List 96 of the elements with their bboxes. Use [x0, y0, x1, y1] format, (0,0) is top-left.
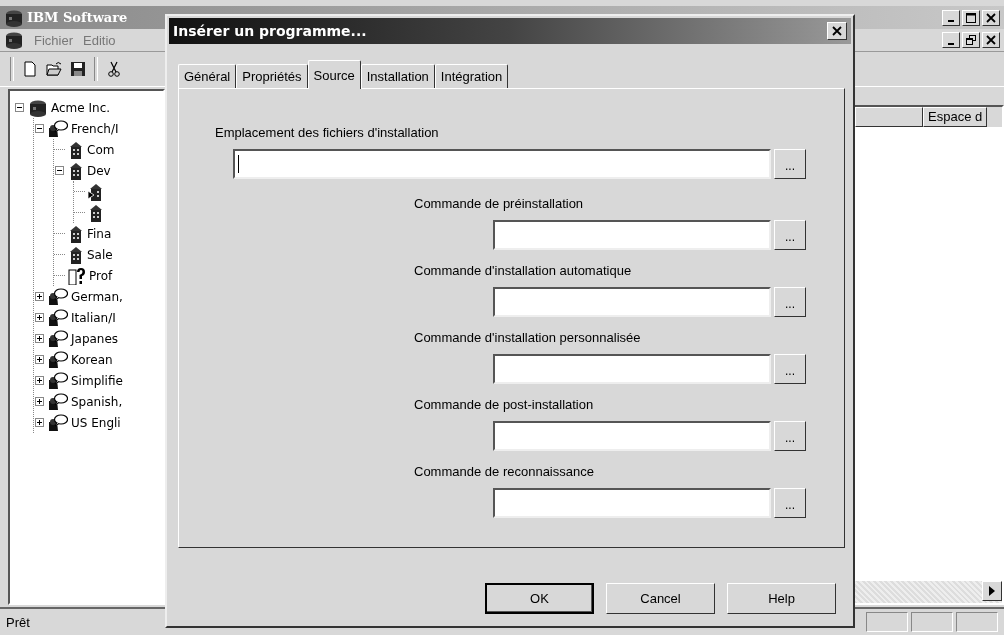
tree-item[interactable]: Prof [89, 268, 113, 283]
browse-button[interactable]: ... [774, 149, 806, 179]
person-speech-icon [48, 371, 68, 390]
browse-button[interactable]: ... [774, 354, 806, 384]
maximize-button[interactable] [962, 9, 980, 26]
person-speech-icon [48, 329, 68, 348]
close-button[interactable] [982, 32, 1000, 48]
field-label: Commande de reconnaissance [414, 464, 595, 479]
input-field[interactable] [493, 287, 771, 317]
tab[interactable]: Source [307, 60, 361, 89]
field-label: Commande d'installation automatique [414, 263, 633, 278]
tab[interactable]: Propriétés [236, 64, 308, 88]
input-field[interactable] [493, 354, 771, 384]
browse-button[interactable]: ... [774, 220, 806, 250]
building-icon [68, 224, 84, 243]
scroll-right-button[interactable] [982, 581, 1002, 601]
building-icon [68, 245, 84, 264]
menu-server-icon [4, 31, 24, 49]
dialog-button[interactable]: OK [485, 583, 594, 614]
new-document-icon[interactable] [22, 61, 38, 77]
restore-icon [966, 35, 976, 45]
person-speech-icon [48, 308, 68, 327]
column-header[interactable] [855, 107, 923, 127]
status-pane [956, 612, 998, 632]
browse-button[interactable]: ... [774, 488, 806, 518]
field-label: Emplacement des fichiers d'installation [215, 125, 440, 140]
server-icon [28, 98, 48, 117]
tree-item[interactable]: Acme Inc. [51, 100, 111, 115]
open-folder-icon[interactable] [46, 61, 62, 77]
building-icon [68, 161, 84, 180]
expand-toggle[interactable] [34, 417, 45, 428]
tree-item[interactable]: Simplifie [71, 373, 123, 388]
expand-toggle[interactable] [34, 312, 45, 323]
close-icon [986, 12, 996, 23]
dialog-button[interactable]: Cancel [606, 583, 715, 614]
close-button[interactable] [827, 22, 847, 40]
expand-toggle[interactable] [34, 333, 45, 344]
input-field[interactable] [493, 421, 771, 451]
field-label: Commande de préinstallation [414, 196, 585, 211]
expand-toggle[interactable] [34, 396, 45, 407]
tree-item[interactable]: Korean [71, 352, 113, 367]
person-speech-icon [48, 119, 68, 138]
tree-item[interactable]: German, [71, 289, 123, 304]
dialog-title: Insérer un programme... [173, 23, 367, 39]
close-icon [832, 26, 842, 36]
tree-item[interactable]: Italian/I [71, 310, 116, 325]
tree-item[interactable]: Spanish, [71, 394, 123, 409]
scissors-icon[interactable] [106, 61, 122, 77]
status-pane [911, 612, 953, 632]
window-title: IBM Software [27, 10, 128, 25]
tree-item[interactable]: Dev [87, 163, 111, 178]
input-field[interactable] [233, 149, 771, 179]
tab[interactable]: Intégration [434, 64, 509, 88]
person-speech-icon [48, 350, 68, 369]
tree-item[interactable]: French/I [71, 121, 119, 136]
collapse-toggle[interactable] [34, 123, 45, 134]
field-label: Commande de post-installation [414, 397, 595, 412]
column-header[interactable]: Espace d [923, 107, 988, 127]
tab[interactable]: Installation [360, 64, 435, 88]
field-label: Commande d'installation personnalisée [414, 330, 642, 345]
person-speech-icon [48, 287, 68, 306]
question-mark-icon [68, 266, 86, 285]
close-icon [986, 35, 996, 45]
status-pane [866, 612, 908, 632]
input-field[interactable] [493, 220, 771, 250]
collapse-toggle[interactable] [14, 102, 25, 113]
minimize-icon [948, 42, 954, 45]
expand-toggle[interactable] [34, 354, 45, 365]
close-button[interactable] [982, 9, 1000, 26]
browse-button[interactable]: ... [774, 421, 806, 451]
restore-button[interactable] [962, 32, 980, 48]
collapse-toggle[interactable] [54, 165, 65, 176]
maximize-icon [966, 12, 976, 23]
browse-button[interactable]: ... [774, 287, 806, 317]
app-logo-icon [4, 8, 24, 27]
right-arrow-icon [989, 586, 995, 596]
minimize-button[interactable] [942, 9, 960, 26]
dialog-button[interactable]: Help [727, 583, 836, 614]
tree-item[interactable]: Fina [87, 226, 112, 241]
tree-item[interactable]: US Engli [71, 415, 121, 430]
tree-item[interactable]: Japanes [71, 331, 119, 346]
building-icon [68, 140, 84, 159]
expand-toggle[interactable] [34, 375, 45, 386]
person-speech-icon [48, 413, 68, 432]
minimize-button[interactable] [942, 32, 960, 48]
tab[interactable]: Général [178, 64, 237, 88]
person-speech-icon [48, 392, 68, 411]
minimize-icon [948, 20, 954, 22]
tree-item[interactable]: Com [87, 142, 115, 157]
building-icon [88, 182, 104, 201]
status-text: Prêt [6, 614, 30, 630]
save-icon[interactable] [70, 61, 86, 77]
tree-item[interactable]: Sale [87, 247, 113, 262]
building-icon [88, 203, 104, 222]
expand-toggle[interactable] [34, 291, 45, 302]
input-field[interactable] [493, 488, 771, 518]
